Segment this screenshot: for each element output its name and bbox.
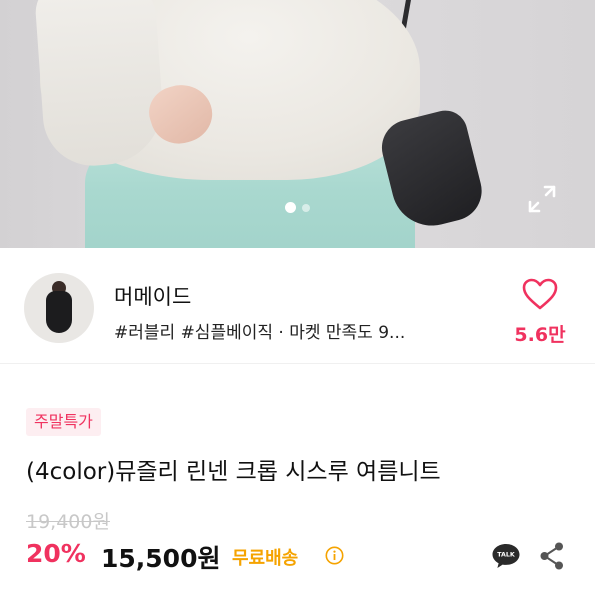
seller-name[interactable]: 머메이드: [114, 281, 191, 311]
section-divider: [0, 363, 595, 364]
free-shipping-label: 무료배송: [232, 548, 299, 569]
seller-tags: #러블리 #심플베이직 · 마켓 만족도 9...: [114, 323, 406, 343]
product-image[interactable]: [0, 0, 595, 248]
seller-section[interactable]: 머메이드 #러블리 #심플베이직 · 마켓 만족도 9... 5.6만: [0, 248, 595, 348]
avatar-figure: [46, 291, 72, 333]
sale-price: 15,500원: [101, 544, 221, 573]
carousel-dot-active[interactable]: [285, 202, 296, 213]
sweater-sleeve: [33, 0, 167, 169]
like-button[interactable]: [521, 277, 559, 311]
kakao-talk-button[interactable]: TALK: [490, 541, 522, 571]
seller-avatar[interactable]: [24, 273, 94, 343]
original-price: 19,400원: [26, 511, 110, 533]
info-icon: [325, 546, 344, 565]
expand-icon: [528, 185, 556, 213]
share-button[interactable]: [539, 541, 565, 571]
carousel-indicator: [0, 197, 595, 213]
talk-label: TALK: [497, 552, 516, 559]
expand-image-button[interactable]: [526, 183, 558, 215]
carousel-dot[interactable]: [302, 203, 310, 212]
shipping-info-button[interactable]: [325, 546, 344, 565]
product-title: (4color)뮤즐리 린넨 크롭 시스루 여름니트: [26, 459, 441, 485]
kakao-talk-icon: TALK: [492, 544, 520, 568]
share-icon: [540, 542, 563, 570]
promo-badge: 주말특가: [26, 408, 101, 436]
heart-icon: [522, 278, 558, 310]
like-count: 5.6만: [514, 324, 566, 346]
discount-rate: 20%: [26, 539, 86, 568]
